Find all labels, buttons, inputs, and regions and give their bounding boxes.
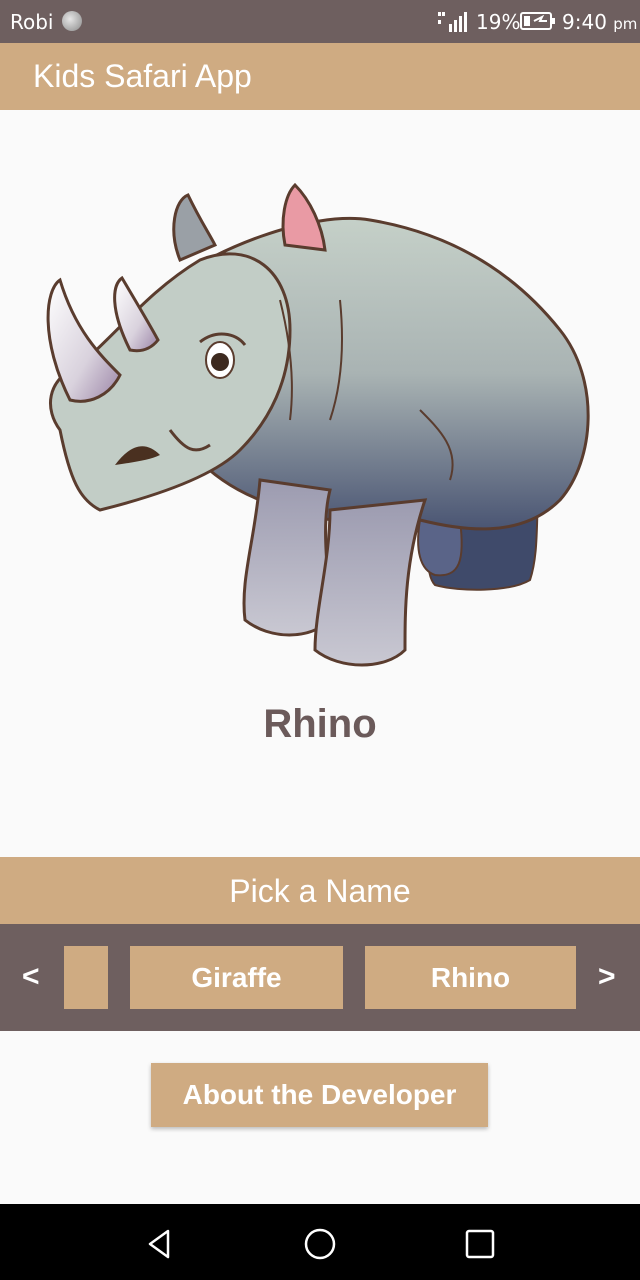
clock: 9:40 pm [562, 10, 637, 34]
previous-arrow-button[interactable]: < [22, 960, 40, 994]
status-bar: Robi 19% 9:40 pm [0, 0, 640, 43]
animal-name: Rhino [263, 702, 377, 746]
name-choice-button[interactable] [64, 946, 108, 1009]
pick-name-header: Pick a Name [0, 857, 640, 924]
sim-indicator-icon [62, 11, 82, 31]
name-choice-button[interactable]: Rhino [365, 946, 576, 1009]
carrier-name: Robi [10, 10, 54, 34]
home-icon[interactable] [302, 1226, 338, 1262]
system-nav-bar [0, 1204, 640, 1280]
recents-icon[interactable] [462, 1226, 498, 1262]
app-bar: Kids Safari App [0, 43, 640, 110]
next-arrow-button[interactable]: > [598, 960, 616, 994]
name-choice-button[interactable]: Giraffe [130, 946, 343, 1009]
signal-icon [438, 12, 467, 32]
rhino-illustration [46, 182, 590, 667]
app-title: Kids Safari App [33, 58, 252, 94]
back-icon[interactable] [142, 1226, 178, 1262]
battery-charging-icon [520, 12, 555, 30]
name-choice-carousel: < Giraffe Rhino > [0, 924, 640, 1031]
pick-name-title: Pick a Name [229, 873, 411, 909]
clock-time: 9:40 [562, 10, 607, 34]
clock-suffix: pm [613, 15, 638, 33]
about-developer-button[interactable]: About the Developer [151, 1063, 488, 1127]
battery-percent: 19% [476, 10, 521, 34]
